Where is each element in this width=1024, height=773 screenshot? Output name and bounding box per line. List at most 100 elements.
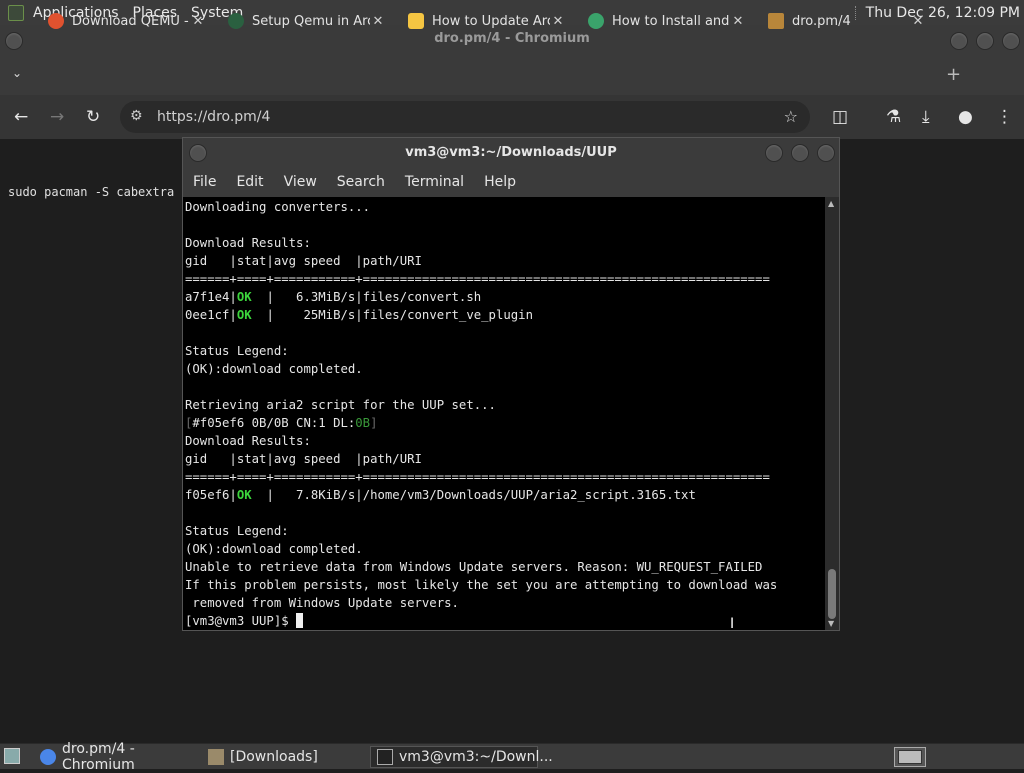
terminal-line: a7f1e4|OK | 6.3MiB/s|files/convert.sh	[185, 290, 481, 304]
scroll-down-arrow-icon[interactable]: ▼	[828, 619, 834, 628]
menu-view[interactable]: View	[274, 174, 327, 190]
tab-how-to-install[interactable]: How to Install and ✕	[580, 6, 750, 36]
address-bar[interactable]: ⚙ https://dro.pm/4 ☆	[120, 101, 810, 133]
close-tab-icon[interactable]: ✕	[550, 14, 566, 29]
tab-favicon-icon	[48, 13, 64, 29]
terminal-menubar: File Edit View Search Terminal Help	[183, 168, 839, 196]
forward-arrow-icon[interactable]: →	[50, 107, 64, 127]
taskbar-item-downloads[interactable]: [Downloads]	[202, 746, 368, 768]
tab-how-to-update[interactable]: How to Update Arc ✕	[400, 6, 570, 36]
more-menu-icon[interactable]: ⋮	[996, 107, 1013, 127]
tab-strip	[0, 55, 1024, 95]
tab-dro-pm[interactable]: dro.pm/4 ✕	[760, 6, 930, 36]
terminal-line: (OK):download completed.	[185, 362, 363, 376]
tab-favicon-icon	[768, 13, 784, 29]
close-tab-icon[interactable]: ✕	[370, 14, 386, 29]
show-desktop-icon[interactable]	[4, 748, 20, 764]
taskbar-label: dro.pm/4 - Chromium	[62, 741, 135, 773]
terminal-line: Download Results:	[185, 236, 311, 250]
tab-label: Download QEMU -	[72, 13, 189, 29]
taskbar-item-chromium[interactable]: dro.pm/4 - Chromium	[34, 741, 202, 773]
menu-file[interactable]: File	[183, 174, 226, 190]
tab-favicon-icon	[228, 13, 244, 29]
scroll-up-arrow-icon[interactable]: ▲	[828, 199, 834, 208]
terminal-line: Status Legend:	[185, 524, 289, 538]
maximize-button[interactable]	[976, 32, 994, 50]
applications-menu-icon[interactable]	[8, 4, 24, 21]
close-tab-icon[interactable]: ✕	[730, 14, 746, 29]
result-detail: | 7.8KiB/s|/home/vm3/Downloads/UUP/aria2…	[251, 488, 696, 502]
bottom-panel: dro.pm/4 - Chromium [Downloads] vm3@vm3:…	[0, 741, 1024, 773]
tab-favicon-icon	[408, 13, 424, 29]
tab-label: dro.pm/4	[792, 13, 851, 29]
terminal-line: Unable to retrieve data from Windows Upd…	[185, 560, 763, 574]
reload-icon[interactable]: ↻	[86, 107, 100, 127]
gid: a7f1e4|	[185, 290, 237, 304]
result-detail: | 6.3MiB/s|files/convert.sh	[251, 290, 482, 304]
terminal-line: gid |stat|avg speed |path/URI	[185, 452, 422, 466]
terminal-line: Status Legend:	[185, 344, 289, 358]
menu-help[interactable]: Help	[474, 174, 526, 190]
gid: f05ef6|	[185, 488, 237, 502]
tab-favicon-icon	[588, 13, 604, 29]
labs-flask-icon[interactable]: ⚗	[886, 107, 901, 127]
minimize-button[interactable]	[765, 144, 783, 162]
terminal-scrollbar[interactable]: ▲ ▼	[825, 197, 839, 630]
terminal-line: If this problem persists, most likely th…	[185, 578, 778, 592]
tab-label: How to Update Arc	[432, 13, 550, 29]
menu-edit[interactable]: Edit	[226, 174, 273, 190]
terminal-line: ======+====+===========+================…	[185, 470, 770, 484]
tab-download-qemu[interactable]: Download QEMU - ✕	[40, 6, 210, 36]
minimize-button[interactable]	[950, 32, 968, 50]
back-arrow-icon[interactable]: ←	[14, 107, 28, 127]
chromium-icon	[40, 749, 56, 765]
extensions-puzzle-icon[interactable]: ◫	[832, 107, 848, 127]
result-detail: | 25MiB/s|files/convert_ve_plugin	[251, 308, 533, 322]
tab-label: Setup Qemu in Arc	[252, 13, 370, 29]
terminal-line: 0ee1cf|OK | 25MiB/s|files/convert_ve_plu…	[185, 308, 533, 322]
shell-prompt: [vm3@vm3 UUP]$	[185, 614, 297, 628]
terminal-line: Downloading converters...	[185, 200, 371, 214]
terminal-line: gid |stat|avg speed |path/URI	[185, 254, 422, 268]
gid: 0ee1cf|	[185, 308, 237, 322]
downloads-icon[interactable]: ⤓	[922, 107, 930, 127]
scrollbar-thumb[interactable]	[828, 569, 836, 619]
close-window-button[interactable]	[817, 144, 835, 162]
status-ok: OK	[236, 488, 252, 502]
terminal-line: Retrieving aria2 script for the UUP set.…	[185, 398, 496, 412]
url-text[interactable]: https://dro.pm/4	[157, 109, 270, 125]
close-window-button[interactable]	[1002, 32, 1020, 50]
tab-search-chevron-icon[interactable]: ⌄	[12, 66, 22, 80]
workspace-switcher[interactable]	[894, 747, 926, 767]
bookmark-star-icon[interactable]: ☆	[784, 107, 798, 126]
mouse-ibeam-cursor-icon: I	[730, 616, 735, 632]
maximize-button[interactable]	[791, 144, 809, 162]
terminal-titlebar[interactable]: vm3@vm3:~/Downloads/UUP	[183, 138, 839, 168]
menu-search[interactable]: Search	[327, 174, 395, 190]
terminal-line: removed from Windows Update servers.	[185, 596, 459, 610]
folder-icon	[208, 749, 224, 765]
terminal-line: ======+====+===========+================…	[185, 272, 770, 286]
close-tab-icon[interactable]: ✕	[910, 14, 926, 29]
terminal-icon	[377, 749, 393, 765]
taskbar-item-terminal[interactable]: vm3@vm3:~/Downl...	[370, 746, 553, 768]
menu-terminal[interactable]: Terminal	[395, 174, 474, 190]
site-info-icon[interactable]: ⚙	[130, 108, 143, 124]
tab-label: How to Install and	[612, 13, 730, 29]
terminal-line: (OK):download completed.	[185, 542, 363, 556]
status-ok: OK	[236, 308, 252, 322]
workspace-preview	[898, 750, 922, 764]
terminal-title: vm3@vm3:~/Downloads/UUP	[405, 145, 617, 160]
tab-setup-qemu[interactable]: Setup Qemu in Arc ✕	[220, 6, 390, 36]
page-text: sudo pacman -S cabextra	[8, 185, 175, 199]
terminal-output[interactable]: Downloading converters... Download Resul…	[183, 197, 825, 630]
status-ok: OK	[236, 290, 252, 304]
taskbar-label: vm3@vm3:~/Downl...	[399, 749, 553, 765]
bracket: ]	[370, 416, 378, 430]
new-tab-plus-icon[interactable]: +	[946, 64, 961, 85]
text-cursor	[296, 613, 304, 628]
close-tab-icon[interactable]: ✕	[190, 14, 206, 29]
profile-avatar-icon[interactable]: ●	[958, 107, 973, 127]
progress-text: #f05ef6 0B/0B CN:1 DL:	[192, 416, 356, 430]
terminal-line: Download Results:	[185, 434, 311, 448]
